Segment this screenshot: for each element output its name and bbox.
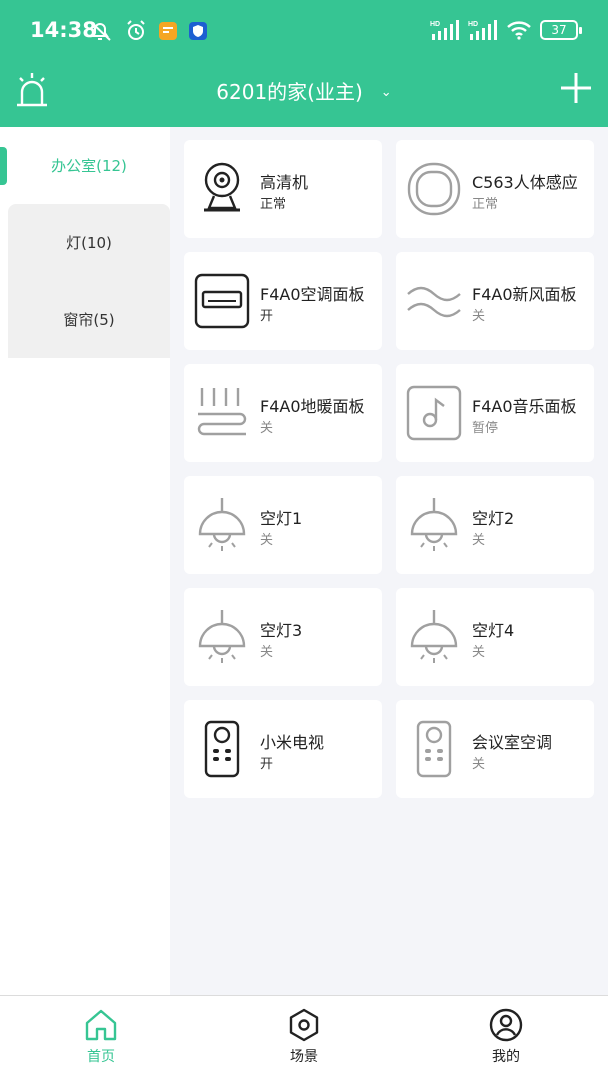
device-card-music-panel[interactable]: F4A0音乐面板 暂停 xyxy=(396,364,594,462)
nav-label: 我的 xyxy=(492,1049,520,1065)
alarm-clock-icon xyxy=(127,20,145,40)
sidebar-background xyxy=(8,357,170,995)
nav-tab-mine[interactable]: 我的 xyxy=(446,1008,566,1066)
device-card-floor-heating[interactable]: F4A0地暖面板 关 xyxy=(184,364,382,462)
message-app-icon xyxy=(159,22,177,40)
remote-icon xyxy=(416,720,452,778)
device-state: 暂停 xyxy=(472,421,499,436)
svg-text:HD: HD xyxy=(468,21,478,28)
active-indicator xyxy=(0,147,7,185)
mute-icon xyxy=(90,21,111,41)
device-name: 高清机 xyxy=(260,173,309,192)
home-selector[interactable]: 6201的家(业主) ⌄ xyxy=(0,76,608,105)
status-time: 14:38 xyxy=(30,18,97,42)
svg-text:HD: HD xyxy=(430,21,440,28)
status-icons-right: HD HD 37 xyxy=(430,19,582,41)
device-state: 开 xyxy=(260,757,274,772)
device-card-lamp-4[interactable]: 空灯4 关 xyxy=(396,588,594,686)
battery-icon: 37 xyxy=(540,20,582,40)
pendant-lamp-icon xyxy=(198,498,246,551)
nav-label: 首页 xyxy=(87,1049,115,1065)
hexagon-scene-icon xyxy=(289,1008,319,1042)
device-name: F4A0音乐面板 xyxy=(472,397,577,416)
status-icons-left xyxy=(88,19,208,43)
motion-sensor-icon xyxy=(407,162,461,216)
fresh-air-icon xyxy=(407,286,461,318)
profile-icon xyxy=(489,1008,523,1042)
device-state: 关 xyxy=(472,757,486,772)
camera-icon xyxy=(204,162,240,212)
status-bar: 14:38 HD HD 37 xyxy=(0,0,608,64)
sidebar-item-office[interactable]: 办公室(12) xyxy=(8,127,170,204)
sidebar-item-label: 窗帘(5) xyxy=(63,311,115,329)
title-bar: 6201的家(业主) ⌄ xyxy=(0,64,608,127)
bottom-nav: 首页 场景 我的 xyxy=(0,995,608,1080)
device-name: 空灯1 xyxy=(260,509,303,528)
nav-tab-scene[interactable]: 场景 xyxy=(244,1008,364,1066)
app-header: 14:38 HD HD 37 6201的家(业主) ⌄ xyxy=(0,0,608,127)
sidebar-item-curtains[interactable]: 窗帘(5) xyxy=(8,281,170,358)
nav-label: 场景 xyxy=(290,1049,318,1065)
device-grid: 高清机 正常 C563人体感应 正常 F4A0空调面板 开 F4A0新风面板 关 xyxy=(170,127,608,995)
device-card-xiaomi-tv[interactable]: 小米电视 开 xyxy=(184,700,382,798)
device-state: 开 xyxy=(260,309,274,324)
device-name: F4A0地暖面板 xyxy=(260,397,365,416)
device-state: 关 xyxy=(260,533,274,548)
device-card-meeting-room-ac[interactable]: 会议室空调 关 xyxy=(396,700,594,798)
device-name: 空灯2 xyxy=(472,509,515,528)
room-sidebar: 办公室(12) 灯(10) 窗帘(5) xyxy=(0,127,170,995)
device-state: 关 xyxy=(260,645,274,660)
device-card-motion-sensor[interactable]: C563人体感应 正常 xyxy=(396,140,594,238)
device-state: 关 xyxy=(472,645,486,660)
air-conditioner-icon xyxy=(194,273,250,329)
chevron-down-icon: ⌄ xyxy=(380,85,392,100)
shield-app-icon xyxy=(189,22,207,40)
sidebar-item-label: 灯(10) xyxy=(66,234,112,252)
device-name: 会议室空调 xyxy=(472,733,553,752)
device-state: 关 xyxy=(472,309,486,324)
home-icon xyxy=(85,1009,117,1041)
signal-icon-2: HD xyxy=(468,20,497,40)
device-card-lamp-2[interactable]: 空灯2 关 xyxy=(396,476,594,574)
sidebar-item-lights[interactable]: 灯(10) xyxy=(8,204,170,281)
add-icon[interactable] xyxy=(558,70,594,106)
device-state: 关 xyxy=(472,533,486,548)
pendant-lamp-icon xyxy=(198,610,246,663)
device-card-lamp-1[interactable]: 空灯1 关 xyxy=(184,476,382,574)
device-name: 空灯3 xyxy=(260,621,303,640)
device-card-lamp-3[interactable]: 空灯3 关 xyxy=(184,588,382,686)
device-name: F4A0新风面板 xyxy=(472,285,577,304)
device-name: C563人体感应 xyxy=(472,173,578,192)
wifi-icon xyxy=(507,21,531,40)
music-icon xyxy=(406,385,462,441)
device-card-fresh-air[interactable]: F4A0新风面板 关 xyxy=(396,252,594,350)
pendant-lamp-icon xyxy=(410,610,458,663)
device-name: 小米电视 xyxy=(260,733,325,752)
sidebar-item-label: 办公室(12) xyxy=(51,157,127,175)
floor-heating-icon xyxy=(197,388,247,436)
nav-tab-home[interactable]: 首页 xyxy=(41,1008,161,1066)
device-name: 空灯4 xyxy=(472,621,515,640)
device-state: 关 xyxy=(260,421,274,436)
device-card-ac-panel[interactable]: F4A0空调面板 开 xyxy=(184,252,382,350)
pendant-lamp-icon xyxy=(410,498,458,551)
device-name: F4A0空调面板 xyxy=(260,285,365,304)
home-title: 6201的家(业主) xyxy=(216,80,363,104)
device-state: 正常 xyxy=(260,197,287,212)
device-card-camera[interactable]: 高清机 正常 xyxy=(184,140,382,238)
device-state: 正常 xyxy=(472,197,499,212)
remote-icon xyxy=(204,720,240,778)
signal-icon: HD xyxy=(430,20,459,40)
